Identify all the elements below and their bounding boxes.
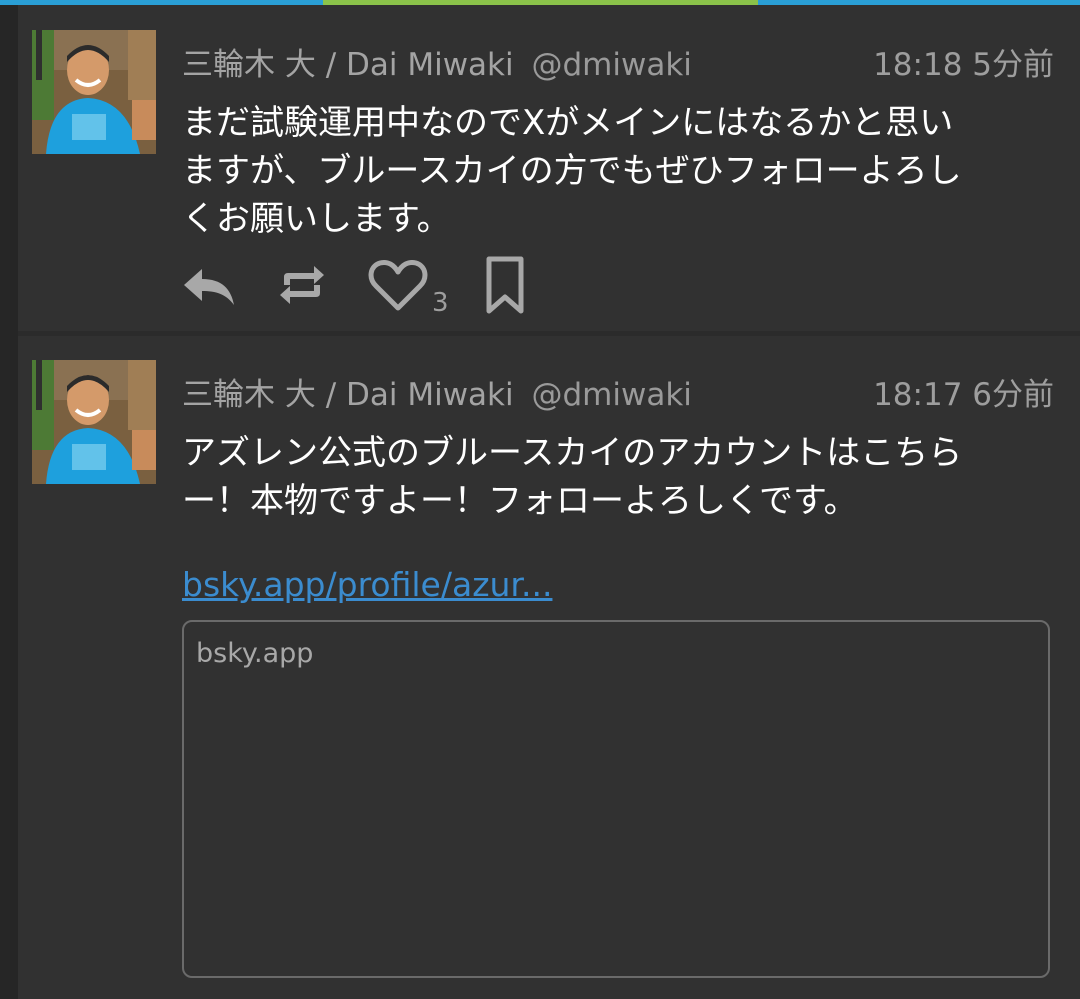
bookmark-icon [486, 256, 524, 314]
post-text-line: まだ試験運用中なのでXがメインにはなるかと思い [182, 103, 954, 143]
reply-icon [184, 269, 234, 305]
reply-button[interactable] [178, 259, 238, 311]
left-column-edge [0, 5, 18, 999]
post-text: まだ試験運用中なのでXがメインにはなるかと思い ますが、ブルースカイの方でもぜひ… [182, 99, 1052, 243]
bookmark-button[interactable] [483, 255, 527, 315]
post-text-line: くお願いします。 [182, 199, 451, 239]
post-author: 三輪木 大 / Dai Miwaki @dmiwaki [182, 39, 692, 84]
display-name[interactable]: 三輪木 大 / Dai Miwaki [182, 47, 514, 83]
link-preview-site: bsky.app [196, 638, 314, 669]
handle[interactable]: @dmiwaki [531, 377, 691, 413]
post-meta: 三輪木 大 / Dai Miwaki @dmiwaki 18:17 6分前 [182, 369, 1054, 413]
link-preview-card[interactable]: bsky.app [182, 620, 1050, 978]
repost-icon [280, 266, 324, 304]
avatar-image [32, 30, 156, 154]
like-count: 3 [432, 288, 449, 318]
timeline: 三輪木 大 / Dai Miwaki @dmiwaki 18:18 5分前 まだ… [18, 5, 1080, 999]
heart-icon [368, 260, 428, 311]
post-meta: 三輪木 大 / Dai Miwaki @dmiwaki 18:18 5分前 [182, 39, 1054, 83]
post-timestamp[interactable]: 18:18 5分前 [873, 39, 1054, 84]
post[interactable]: 三輪木 大 / Dai Miwaki @dmiwaki 18:18 5分前 まだ… [18, 5, 1080, 331]
post-text-line: ー！本物ですよー！フォローよろしくです。 [182, 481, 858, 521]
repost-button[interactable] [272, 255, 332, 315]
handle[interactable]: @dmiwaki [531, 47, 691, 83]
post-link[interactable]: bsky.app/profile/azur... [182, 565, 552, 604]
post-author: 三輪木 大 / Dai Miwaki @dmiwaki [182, 369, 692, 414]
like-button[interactable]: 3 [366, 256, 449, 318]
post-text-line: ますが、ブルースカイの方でもぜひフォローよろし [182, 151, 962, 191]
avatar[interactable] [32, 360, 156, 484]
avatar[interactable] [32, 30, 156, 154]
post-text-line: アズレン公式のブルースカイのアカウントはこちら [182, 433, 963, 473]
post-text: アズレン公式のブルースカイのアカウントはこちら ー！本物ですよー！フォローよろし… [182, 429, 1052, 525]
post-actions: 3 [178, 255, 561, 318]
display-name[interactable]: 三輪木 大 / Dai Miwaki [182, 377, 514, 413]
avatar-image [32, 360, 156, 484]
post-timestamp[interactable]: 18:17 6分前 [873, 369, 1054, 414]
